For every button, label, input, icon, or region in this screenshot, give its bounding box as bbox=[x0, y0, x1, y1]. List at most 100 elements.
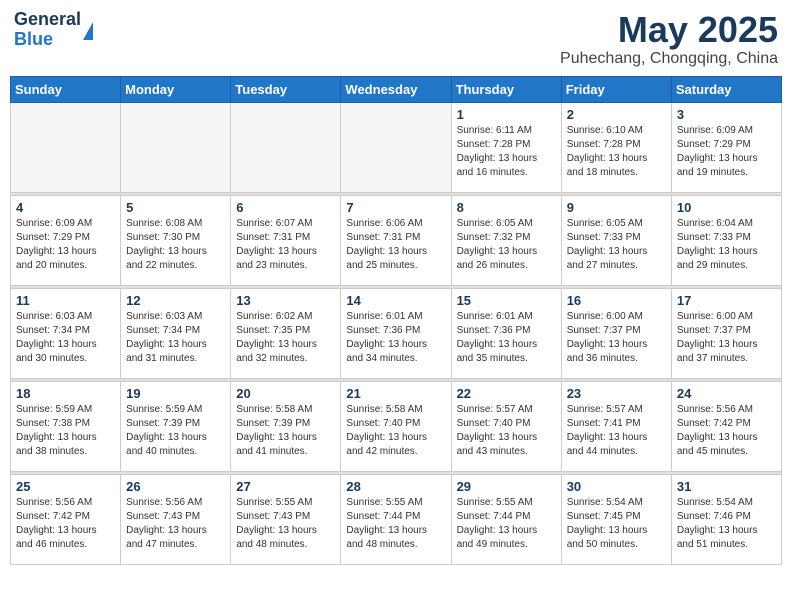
day-number: 1 bbox=[457, 107, 556, 122]
calendar-cell: 21 Sunrise: 5:58 AM Sunset: 7:40 PM Dayli… bbox=[341, 381, 451, 471]
calendar-table: SundayMondayTuesdayWednesdayThursdayFrid… bbox=[10, 76, 782, 565]
month-title: May 2025 bbox=[560, 10, 778, 50]
calendar-cell: 29Sunrise: 5:55 AM Sunset: 7:44 PM Dayli… bbox=[451, 474, 561, 564]
calendar-cell: 18Sunrise: 5:59 AM Sunset: 7:38 PM Dayli… bbox=[11, 381, 121, 471]
day-info: Sunrise: 6:00 AM Sunset: 7:37 PM Dayligh… bbox=[567, 310, 666, 366]
calendar-week-row: 18Sunrise: 5:59 AM Sunset: 7:38 PM Dayli… bbox=[11, 381, 782, 471]
calendar-cell bbox=[121, 102, 231, 192]
calendar-cell: 13 Sunrise: 6:02 AM Sunset: 7:35 PM Dayli… bbox=[231, 288, 341, 378]
calendar-cell: 7Sunrise: 6:06 AM Sunset: 7:31 PM Daylig… bbox=[341, 195, 451, 285]
calendar-cell: 4Sunrise: 6:09 AM Sunset: 7:29 PM Daylig… bbox=[11, 195, 121, 285]
day-info: Sunrise: 6:05 AM Sunset: 7:32 PM Dayligh… bbox=[457, 217, 556, 273]
calendar-cell: 28 Sunrise: 5:55 AM Sunset: 7:44 PM Dayli… bbox=[341, 474, 451, 564]
logo-general-text: General bbox=[14, 10, 81, 30]
calendar-cell: 27 Sunrise: 5:55 AM Sunset: 7:43 PM Dayli… bbox=[231, 474, 341, 564]
day-info: Sunrise: 6:11 AM Sunset: 7:28 PM Dayligh… bbox=[457, 124, 556, 180]
day-number: 15 bbox=[457, 293, 556, 308]
location-title: Puhechang, Chongqing, China bbox=[560, 50, 778, 68]
day-info: Sunrise: 5:55 AM Sunset: 7:44 PM Dayligh… bbox=[457, 496, 556, 552]
calendar-week-row: 1 Sunrise: 6:11 AM Sunset: 7:28 PM Daylig… bbox=[11, 102, 782, 192]
day-number: 14 bbox=[346, 293, 445, 308]
calendar-cell: 20Sunrise: 5:58 AM Sunset: 7:39 PM Dayli… bbox=[231, 381, 341, 471]
calendar-cell: 2Sunrise: 6:10 AM Sunset: 7:28 PM Daylig… bbox=[561, 102, 671, 192]
calendar-cell: 5 Sunrise: 6:08 AM Sunset: 7:30 PM Daylig… bbox=[121, 195, 231, 285]
day-info: Sunrise: 6:10 AM Sunset: 7:28 PM Dayligh… bbox=[567, 124, 666, 180]
weekday-header-monday: Monday bbox=[121, 76, 231, 102]
page-header: General Blue May 2025 Puhechang, Chongqi… bbox=[10, 10, 782, 68]
day-info: Sunrise: 6:02 AM Sunset: 7:35 PM Dayligh… bbox=[236, 310, 335, 366]
day-number: 27 bbox=[236, 479, 335, 494]
day-number: 30 bbox=[567, 479, 666, 494]
calendar-cell: 23 Sunrise: 5:57 AM Sunset: 7:41 PM Dayli… bbox=[561, 381, 671, 471]
day-number: 20 bbox=[236, 386, 335, 401]
calendar-cell: 19 Sunrise: 5:59 AM Sunset: 7:39 PM Dayli… bbox=[121, 381, 231, 471]
day-number: 18 bbox=[16, 386, 115, 401]
calendar-week-row: 11Sunrise: 6:03 AM Sunset: 7:34 PM Dayli… bbox=[11, 288, 782, 378]
day-info: Sunrise: 6:06 AM Sunset: 7:31 PM Dayligh… bbox=[346, 217, 445, 273]
calendar-cell bbox=[341, 102, 451, 192]
day-info: Sunrise: 5:56 AM Sunset: 7:42 PM Dayligh… bbox=[677, 403, 776, 459]
day-number: 10 bbox=[677, 200, 776, 215]
calendar-week-row: 25 Sunrise: 5:56 AM Sunset: 7:42 PM Dayli… bbox=[11, 474, 782, 564]
day-info: Sunrise: 5:57 AM Sunset: 7:40 PM Dayligh… bbox=[457, 403, 556, 459]
weekday-header-thursday: Thursday bbox=[451, 76, 561, 102]
day-number: 21 bbox=[346, 386, 445, 401]
calendar-cell: 11Sunrise: 6:03 AM Sunset: 7:34 PM Dayli… bbox=[11, 288, 121, 378]
calendar-cell: 31Sunrise: 5:54 AM Sunset: 7:46 PM Dayli… bbox=[671, 474, 781, 564]
calendar-cell: 8 Sunrise: 6:05 AM Sunset: 7:32 PM Daylig… bbox=[451, 195, 561, 285]
calendar-cell: 25 Sunrise: 5:56 AM Sunset: 7:42 PM Dayli… bbox=[11, 474, 121, 564]
day-info: Sunrise: 5:58 AM Sunset: 7:40 PM Dayligh… bbox=[346, 403, 445, 459]
day-number: 8 bbox=[457, 200, 556, 215]
day-info: Sunrise: 6:03 AM Sunset: 7:34 PM Dayligh… bbox=[16, 310, 115, 366]
calendar-cell: 16Sunrise: 6:00 AM Sunset: 7:37 PM Dayli… bbox=[561, 288, 671, 378]
day-info: Sunrise: 5:59 AM Sunset: 7:39 PM Dayligh… bbox=[126, 403, 225, 459]
day-number: 26 bbox=[126, 479, 225, 494]
day-number: 6 bbox=[236, 200, 335, 215]
calendar-cell: 12 Sunrise: 6:03 AM Sunset: 7:34 PM Dayli… bbox=[121, 288, 231, 378]
calendar-cell: 15 Sunrise: 6:01 AM Sunset: 7:36 PM Dayli… bbox=[451, 288, 561, 378]
day-info: Sunrise: 6:03 AM Sunset: 7:34 PM Dayligh… bbox=[126, 310, 225, 366]
day-info: Sunrise: 5:56 AM Sunset: 7:43 PM Dayligh… bbox=[126, 496, 225, 552]
day-info: Sunrise: 6:08 AM Sunset: 7:30 PM Dayligh… bbox=[126, 217, 225, 273]
calendar-cell: 3Sunrise: 6:09 AM Sunset: 7:29 PM Daylig… bbox=[671, 102, 781, 192]
day-number: 19 bbox=[126, 386, 225, 401]
calendar-cell: 14 Sunrise: 6:01 AM Sunset: 7:36 PM Dayli… bbox=[341, 288, 451, 378]
calendar-cell bbox=[11, 102, 121, 192]
day-number: 13 bbox=[236, 293, 335, 308]
logo-triangle-icon bbox=[83, 22, 93, 40]
day-number: 28 bbox=[346, 479, 445, 494]
calendar-cell: 22 Sunrise: 5:57 AM Sunset: 7:40 PM Dayli… bbox=[451, 381, 561, 471]
title-block: May 2025 Puhechang, Chongqing, China bbox=[560, 10, 778, 68]
day-number: 12 bbox=[126, 293, 225, 308]
day-number: 22 bbox=[457, 386, 556, 401]
day-number: 3 bbox=[677, 107, 776, 122]
weekday-header-friday: Friday bbox=[561, 76, 671, 102]
day-info: Sunrise: 6:07 AM Sunset: 7:31 PM Dayligh… bbox=[236, 217, 335, 273]
calendar-cell: 10 Sunrise: 6:04 AM Sunset: 7:33 PM Dayli… bbox=[671, 195, 781, 285]
calendar-cell bbox=[231, 102, 341, 192]
day-number: 25 bbox=[16, 479, 115, 494]
day-info: Sunrise: 6:01 AM Sunset: 7:36 PM Dayligh… bbox=[457, 310, 556, 366]
calendar-cell: 9Sunrise: 6:05 AM Sunset: 7:33 PM Daylig… bbox=[561, 195, 671, 285]
calendar-cell: 24 Sunrise: 5:56 AM Sunset: 7:42 PM Dayli… bbox=[671, 381, 781, 471]
day-info: Sunrise: 5:54 AM Sunset: 7:46 PM Dayligh… bbox=[677, 496, 776, 552]
calendar-cell: 1 Sunrise: 6:11 AM Sunset: 7:28 PM Daylig… bbox=[451, 102, 561, 192]
weekday-header-row: SundayMondayTuesdayWednesdayThursdayFrid… bbox=[11, 76, 782, 102]
day-info: Sunrise: 6:01 AM Sunset: 7:36 PM Dayligh… bbox=[346, 310, 445, 366]
day-info: Sunrise: 5:57 AM Sunset: 7:41 PM Dayligh… bbox=[567, 403, 666, 459]
day-info: Sunrise: 5:55 AM Sunset: 7:44 PM Dayligh… bbox=[346, 496, 445, 552]
day-number: 9 bbox=[567, 200, 666, 215]
weekday-header-saturday: Saturday bbox=[671, 76, 781, 102]
day-info: Sunrise: 5:56 AM Sunset: 7:42 PM Dayligh… bbox=[16, 496, 115, 552]
day-number: 24 bbox=[677, 386, 776, 401]
day-number: 5 bbox=[126, 200, 225, 215]
day-info: Sunrise: 6:04 AM Sunset: 7:33 PM Dayligh… bbox=[677, 217, 776, 273]
calendar-cell: 6 Sunrise: 6:07 AM Sunset: 7:31 PM Daylig… bbox=[231, 195, 341, 285]
day-number: 23 bbox=[567, 386, 666, 401]
day-info: Sunrise: 6:09 AM Sunset: 7:29 PM Dayligh… bbox=[16, 217, 115, 273]
day-info: Sunrise: 5:55 AM Sunset: 7:43 PM Dayligh… bbox=[236, 496, 335, 552]
logo: General Blue bbox=[14, 10, 93, 50]
day-info: Sunrise: 6:00 AM Sunset: 7:37 PM Dayligh… bbox=[677, 310, 776, 366]
day-number: 17 bbox=[677, 293, 776, 308]
calendar-cell: 30Sunrise: 5:54 AM Sunset: 7:45 PM Dayli… bbox=[561, 474, 671, 564]
